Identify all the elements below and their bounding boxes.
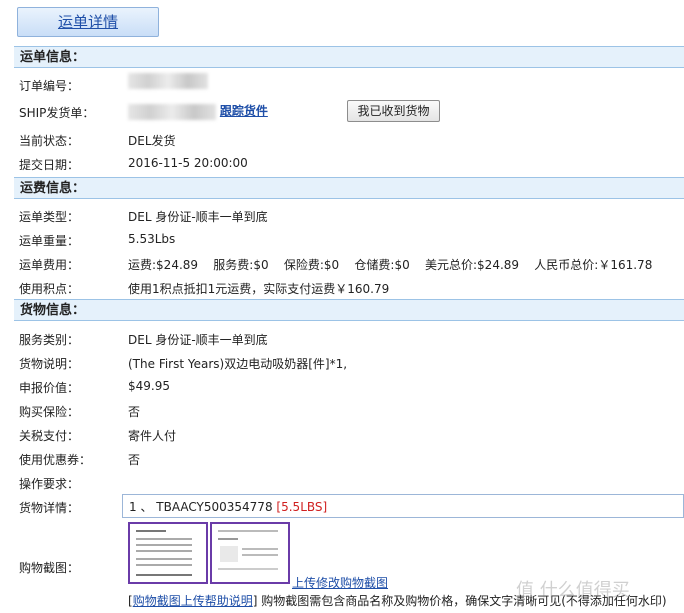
ship-no-label: SHIP发货单：	[19, 106, 95, 120]
shopping-screenshot-thumb-2[interactable]	[210, 522, 290, 584]
shopping-screenshot-thumb-1[interactable]	[128, 522, 208, 584]
received-goods-button[interactable]: 我已收到货物	[347, 100, 440, 122]
declared-value-label: 申报价值：	[19, 381, 80, 395]
points-value: 使用1积点抵扣1元运费，实际支付运费￥160.79	[128, 282, 390, 296]
site-watermark: 值 什么值得买	[516, 580, 630, 601]
ship-no-value: 跟踪货件	[128, 102, 268, 120]
cost-label: 运单费用：	[19, 258, 80, 272]
status-label: 当前状态：	[19, 134, 80, 148]
tax-label: 关税支付：	[19, 429, 80, 443]
points-label: 使用积点：	[19, 282, 80, 296]
upload-screenshot-link[interactable]: 上传修改购物截图	[292, 574, 388, 591]
service-value: DEL 身份证-顺丰一单到底	[128, 333, 268, 347]
section-header-goods: 货物信息：	[14, 299, 684, 321]
shipment-type-value: DEL 身份证-顺丰一单到底	[128, 210, 268, 224]
track-shipment-link[interactable]: 跟踪货件	[220, 104, 268, 118]
cost-value: 运费:$24.89 服务费:$0 保险费:$0 仓储费:$0 美元总价:$24.…	[128, 258, 653, 272]
operation-req-label: 操作要求：	[19, 477, 80, 491]
insurance-label: 购买保险：	[19, 405, 80, 419]
goods-detail-item: 1 、 TBAACY500354778	[129, 500, 273, 514]
coupon-value: 否	[128, 453, 141, 467]
screenshot-help-link[interactable]: 购物截图上传帮助说明	[133, 594, 253, 608]
insurance-value: 否	[128, 405, 141, 419]
goods-detail-label: 货物详情：	[19, 501, 80, 515]
service-label: 服务类别：	[19, 333, 80, 347]
ship-no-redacted	[128, 103, 216, 120]
tax-value: 寄件人付	[128, 429, 177, 443]
goods-desc-label: 货物说明：	[19, 357, 80, 371]
goods-detail-box: 1 、 TBAACY500354778 [5.5LBS]	[122, 494, 684, 518]
status-value: DEL发货	[128, 134, 176, 148]
goods-desc-value: (The First Years)双边电动吸奶器[件]*1,	[128, 357, 348, 371]
page-title-tab[interactable]: 运单详情	[17, 7, 159, 37]
weight-value: 5.53Lbs	[128, 232, 176, 246]
submit-date-label: 提交日期：	[19, 158, 80, 172]
shipment-type-label: 运单类型：	[19, 210, 80, 224]
submit-date-value: 2016-11-5 20:00:00	[128, 156, 248, 170]
screenshot-label: 购物截图：	[19, 561, 80, 575]
order-no-label: 订单编号：	[19, 79, 80, 93]
declared-value: $49.95	[128, 379, 170, 393]
section-header-shipping-fee: 运费信息：	[14, 177, 684, 199]
order-no-value-redacted	[128, 73, 208, 89]
goods-detail-weight: [5.5LBS]	[276, 500, 328, 514]
section-header-shipment: 运单信息：	[14, 46, 684, 68]
coupon-label: 使用优惠券：	[19, 453, 92, 467]
weight-label: 运单重量：	[19, 234, 80, 248]
